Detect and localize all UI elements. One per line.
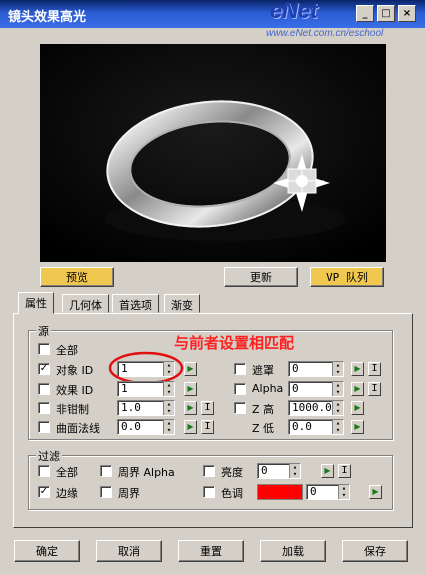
hue-spinner[interactable]: 0: [306, 484, 350, 500]
filter-all-label: 全部: [56, 466, 78, 479]
surface-normal-spinner[interactable]: 0.0: [117, 419, 175, 435]
effect-id-label: 效果 ID: [56, 384, 94, 397]
brightness-label: 亮度: [221, 466, 243, 479]
surface-normal-label: 曲面法线: [56, 422, 100, 435]
z-high-spinner[interactable]: 1000.0: [288, 400, 344, 416]
save-button[interactable]: 保存: [342, 540, 408, 562]
unclamped-checkbox[interactable]: [38, 402, 50, 414]
perimeter-label: 周界: [118, 487, 140, 500]
alpha-map-icon[interactable]: ▶: [351, 382, 364, 396]
hue-checkbox[interactable]: [203, 486, 215, 498]
object-id-map-icon[interactable]: ▶: [184, 362, 197, 376]
reset-button[interactable]: 重置: [178, 540, 244, 562]
minimize-icon[interactable]: _: [356, 5, 374, 22]
update-button[interactable]: 更新: [224, 267, 298, 287]
alpha-label: Alpha: [252, 382, 284, 395]
z-high-map-icon[interactable]: ▶: [351, 401, 364, 415]
mask-checkbox[interactable]: [234, 363, 246, 375]
mask-map-icon[interactable]: ▶: [351, 362, 364, 376]
brightness-checkbox[interactable]: [203, 465, 215, 477]
perimeter-checkbox[interactable]: [100, 486, 112, 498]
all-checkbox[interactable]: [38, 343, 50, 355]
z-low-map-icon[interactable]: ▶: [351, 420, 364, 434]
edge-checkbox[interactable]: ✓: [38, 486, 50, 498]
unclamped-spinner[interactable]: 1.0: [117, 400, 175, 416]
edge-label: 边缘: [56, 487, 78, 500]
perimeter-alpha-checkbox[interactable]: [100, 465, 112, 477]
vp-queue-button[interactable]: VP 队列: [310, 267, 384, 287]
mask-instance-button[interactable]: I: [368, 362, 381, 376]
surface-normal-checkbox[interactable]: [38, 421, 50, 433]
effect-id-map-icon[interactable]: ▶: [184, 382, 197, 396]
effect-id-spinner[interactable]: 1: [117, 381, 175, 397]
alpha-checkbox[interactable]: [234, 383, 246, 395]
close-icon[interactable]: ×: [398, 5, 416, 22]
ok-button[interactable]: 确定: [14, 540, 80, 562]
brightness-spinner[interactable]: 0: [257, 463, 301, 479]
ring-image: [40, 44, 386, 262]
brightness-map-icon[interactable]: ▶: [321, 464, 334, 478]
object-id-label: 对象 ID: [56, 364, 94, 377]
unclamped-instance-button[interactable]: I: [201, 401, 214, 415]
alpha-spinner[interactable]: 0: [288, 381, 344, 397]
z-high-checkbox[interactable]: [234, 402, 246, 414]
tab-geometry[interactable]: 几何体: [62, 294, 109, 313]
object-id-checkbox[interactable]: ✓: [38, 363, 50, 375]
brightness-instance-button[interactable]: I: [338, 464, 351, 478]
tab-properties[interactable]: 属性: [18, 292, 54, 314]
z-high-label: Z 高: [252, 403, 275, 416]
mask-spinner[interactable]: 0: [288, 361, 344, 377]
alpha-instance-button[interactable]: I: [368, 382, 381, 396]
hue-map-icon[interactable]: ▶: [369, 485, 382, 499]
hue-label: 色调: [221, 487, 243, 500]
source-group-label: 源: [36, 323, 51, 339]
window-title: 镜头效果高光: [8, 10, 87, 25]
unclamped-map-icon[interactable]: ▶: [184, 401, 197, 415]
tab-gradient[interactable]: 渐变: [164, 294, 200, 313]
surface-normal-map-icon[interactable]: ▶: [184, 420, 197, 434]
maximize-icon[interactable]: □: [377, 5, 395, 22]
effect-id-checkbox[interactable]: [38, 383, 50, 395]
perimeter-alpha-label: 周界 Alpha: [118, 466, 175, 479]
surface-normal-instance-button[interactable]: I: [201, 420, 214, 434]
hue-color-swatch[interactable]: [257, 484, 303, 500]
render-preview: [40, 44, 386, 262]
watermark-logo: eNet: [270, 0, 318, 23]
annotation-text: 与前者设置相匹配: [174, 334, 295, 352]
filter-all-checkbox[interactable]: [38, 465, 50, 477]
preview-button[interactable]: 预览: [40, 267, 114, 287]
mask-label: 遮罩: [252, 364, 274, 377]
cancel-button[interactable]: 取消: [96, 540, 162, 562]
watermark-url: www.eNet.com.cn/eschool: [266, 28, 384, 39]
z-low-label: Z 低: [252, 422, 275, 435]
filter-group-label: 过滤: [36, 448, 62, 464]
unclamped-label: 非钳制: [56, 403, 89, 416]
load-button[interactable]: 加载: [260, 540, 326, 562]
tab-preferences[interactable]: 首选项: [112, 294, 159, 313]
z-low-spinner[interactable]: 0.0: [288, 419, 344, 435]
all-label: 全部: [56, 344, 78, 357]
